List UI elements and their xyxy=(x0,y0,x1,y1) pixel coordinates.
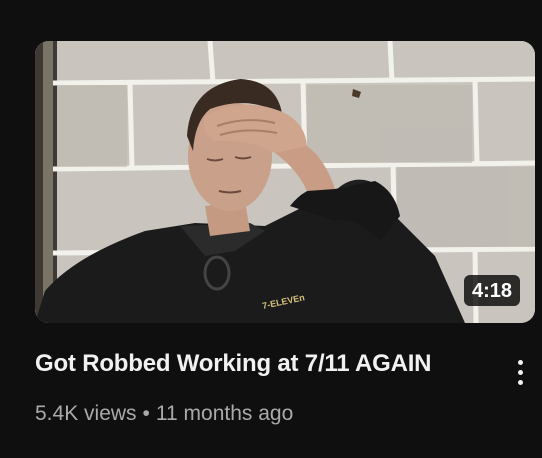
video-thumbnail[interactable]: 7-ELEVEn 4:18 xyxy=(35,41,535,323)
view-count: 5.4K views xyxy=(35,402,137,425)
video-title[interactable]: Got Robbed Working at 7/11 AGAIN xyxy=(35,348,505,380)
stats-separator: • xyxy=(142,402,150,425)
thumbnail-image: 7-ELEVEn xyxy=(35,41,535,323)
duration-badge: 4:18 xyxy=(463,275,520,306)
video-stats: 5.4K views • 11 months ago xyxy=(35,400,505,428)
video-card: 7-ELEVEn 4:18 Got Robbed Working at 7/11… xyxy=(0,0,542,458)
more-vertical-icon[interactable] xyxy=(508,352,532,392)
upload-age: 11 months ago xyxy=(155,402,294,425)
video-meta: Got Robbed Working at 7/11 AGAIN 5.4K vi… xyxy=(35,348,505,428)
